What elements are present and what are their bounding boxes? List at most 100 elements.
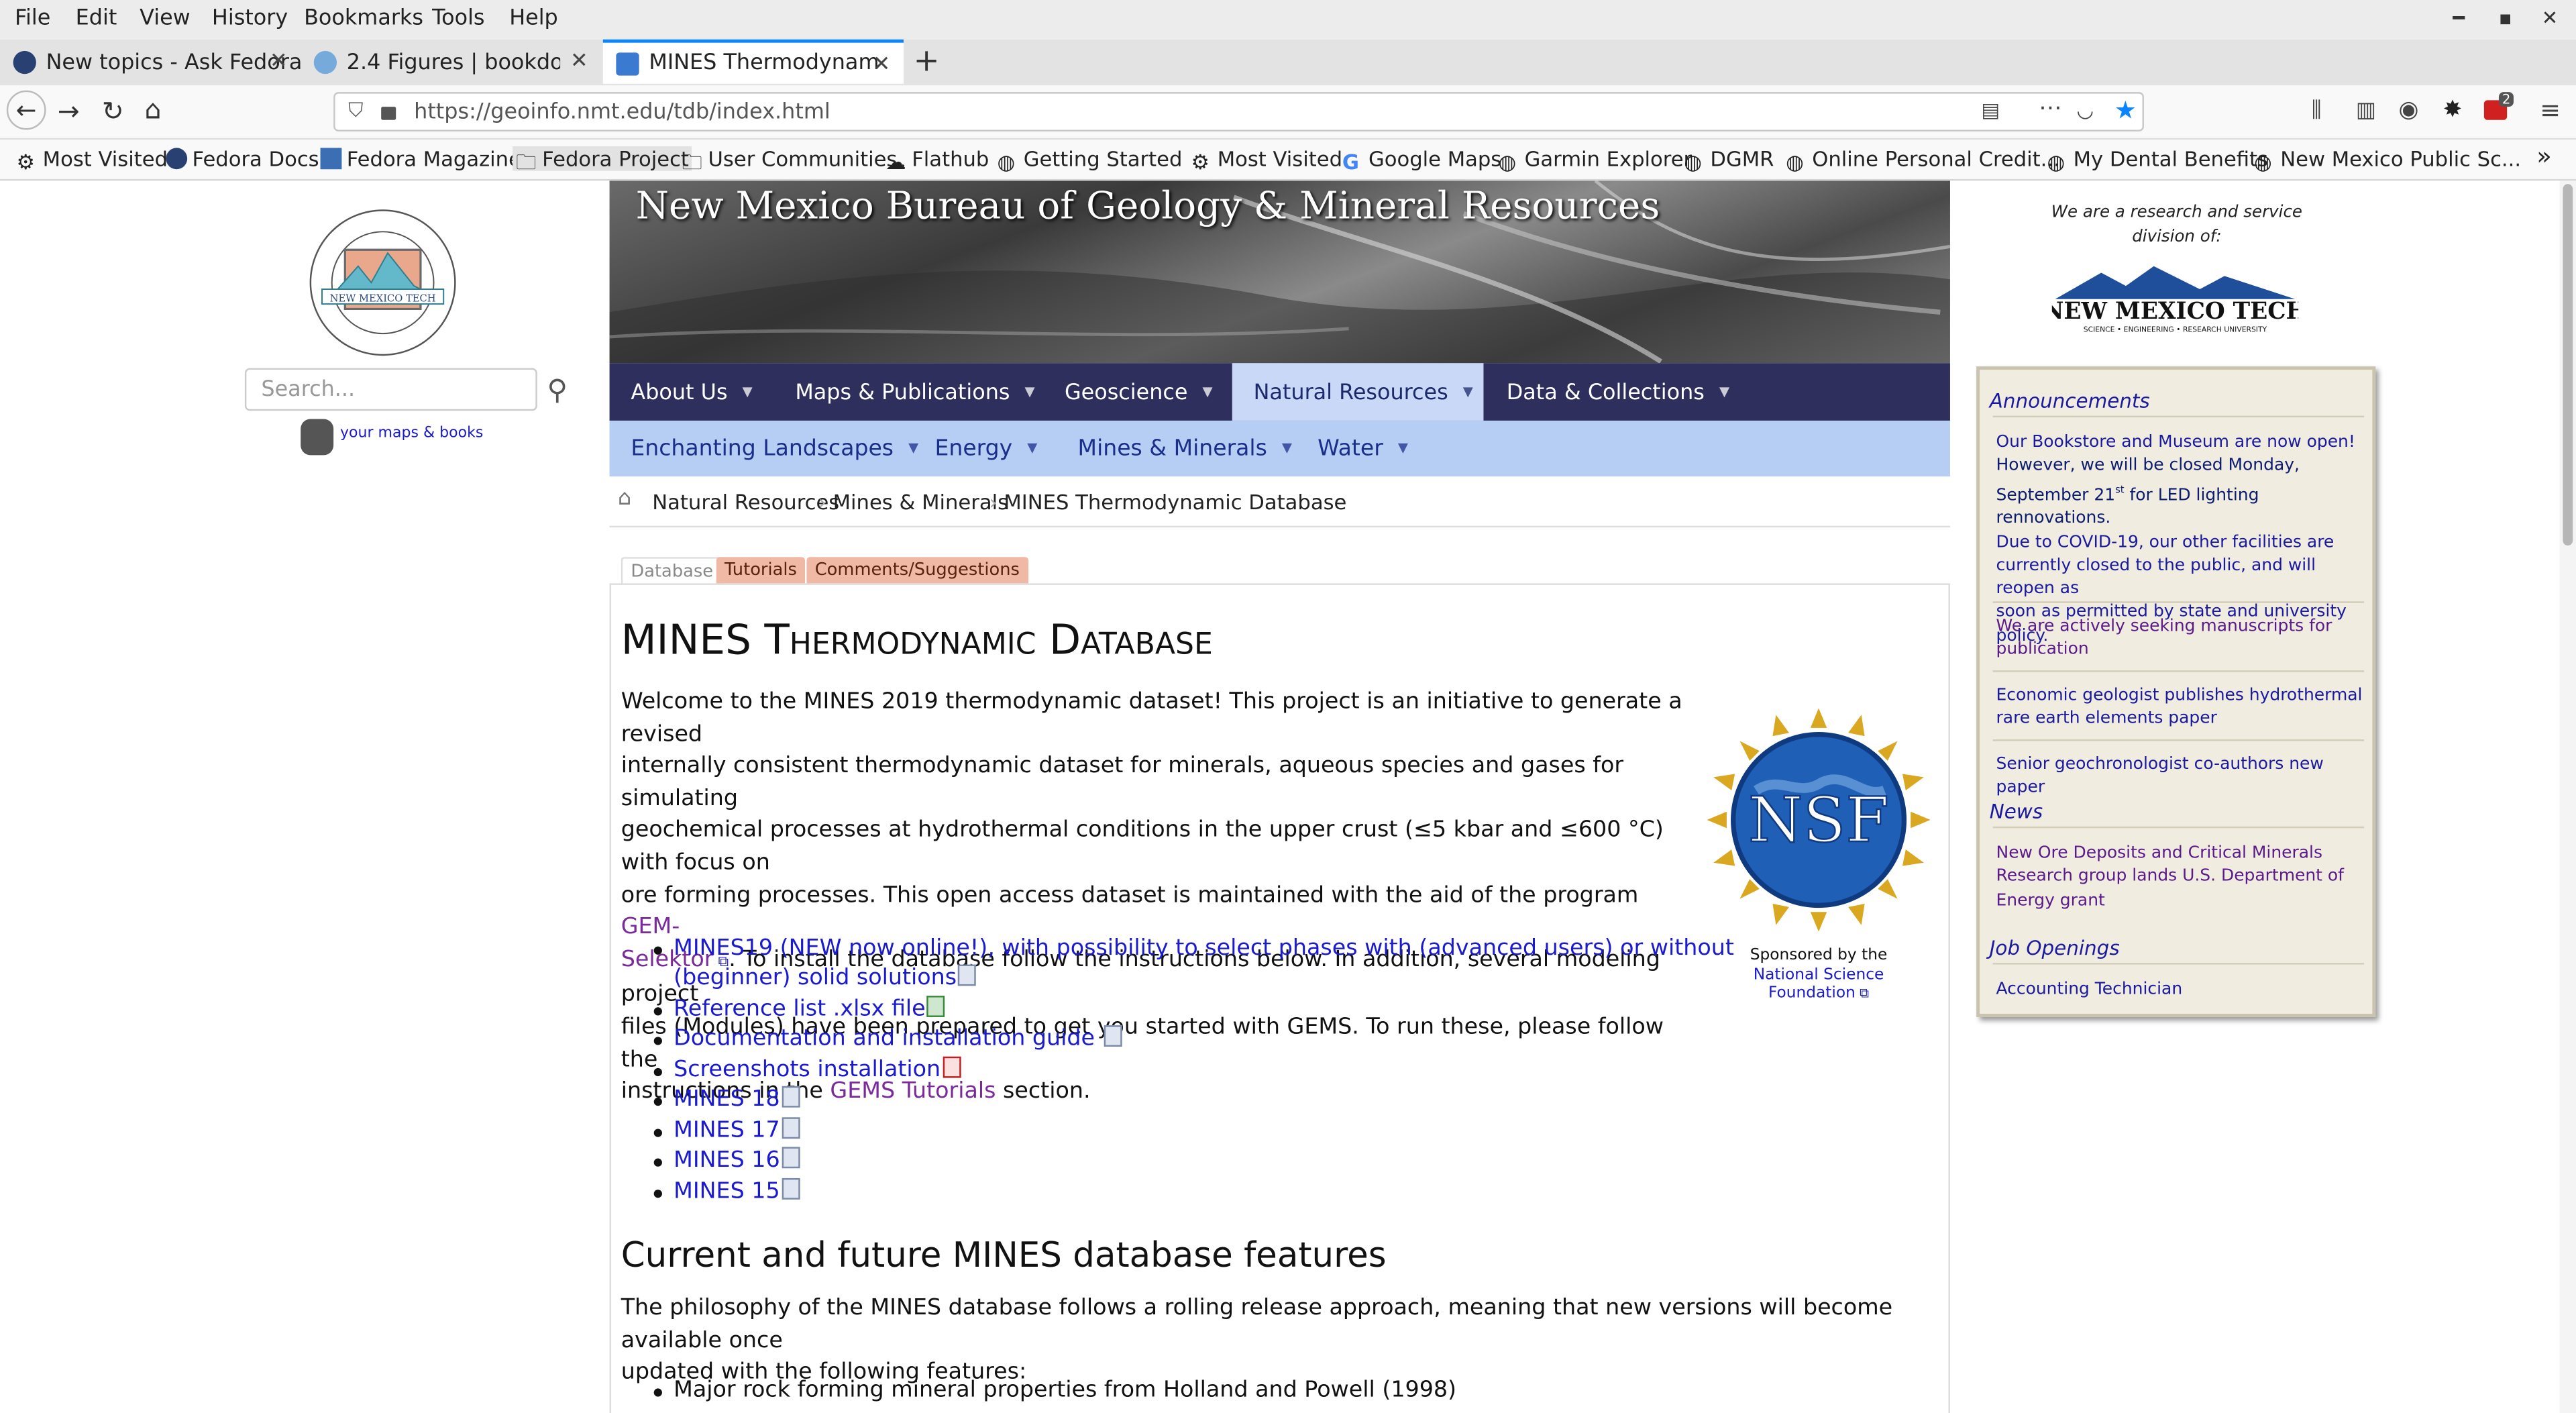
- mines19-link[interactable]: (beginner) solid solutions: [674, 964, 977, 991]
- close-window-icon[interactable]: ✕: [2542, 7, 2559, 30]
- bookmark-google-maps[interactable]: G Google Maps: [1342, 146, 1501, 174]
- scrollbar-thumb[interactable]: [2563, 184, 2573, 546]
- tab-tutorials[interactable]: Tutorials: [716, 557, 806, 584]
- forward-icon[interactable]: →: [58, 95, 80, 127]
- bookmark-most-visited-2[interactable]: ⚙ Most Visited: [1191, 146, 1343, 174]
- bookmark-getting-started[interactable]: ◍ Getting Started: [998, 146, 1183, 174]
- home-icon[interactable]: ⌂: [618, 486, 631, 511]
- tab-ask-fedora[interactable]: New topics - Ask Fedora ✕: [0, 40, 301, 86]
- bookmark-dgmr[interactable]: ◍ DGMR: [1684, 146, 1774, 174]
- new-tab-button[interactable]: +: [914, 43, 940, 79]
- search-icon[interactable]: ⚲: [547, 374, 568, 407]
- features-paragraph: The philosophy of the MINES database fol…: [621, 1294, 1893, 1385]
- library-icon[interactable]: ⫼: [2312, 99, 2322, 123]
- nmt-logo[interactable]: NEW MEXICO TECH SCIENCE • ENGINEERING • …: [2043, 263, 2308, 335]
- subnav-water[interactable]: Water ▼: [1318, 421, 1408, 476]
- reader-icon[interactable]: ▤: [1981, 99, 2000, 121]
- tab-bookdown[interactable]: 2.4 Figures | bookdown: A ✕: [301, 40, 601, 86]
- minimize-icon[interactable]: ━: [2453, 7, 2465, 30]
- nav-geoscience[interactable]: Geoscience ▼: [1043, 363, 1234, 421]
- mines19-link[interactable]: MINES19 (NEW now online!), with possibil…: [674, 935, 1734, 961]
- nav-data-collections[interactable]: Data & Collections ▼: [1485, 363, 1751, 421]
- menu-edit[interactable]: Edit: [76, 7, 117, 32]
- list-bullet: [653, 1037, 662, 1045]
- subnav-mines-minerals[interactable]: Mines & Minerals ▼: [1078, 421, 1292, 476]
- announcement-ree-paper[interactable]: Economic geologist publishes hydrotherma…: [1996, 685, 2366, 732]
- tab-comments-suggestions[interactable]: Comments/Suggestions: [806, 557, 1028, 584]
- back-icon[interactable]: ←: [6, 90, 46, 130]
- your-maps-link[interactable]: your maps & books: [340, 425, 483, 441]
- menu-bookmarks[interactable]: Bookmarks: [304, 7, 423, 32]
- reference-list-link[interactable]: Reference list .xlsx file: [674, 996, 946, 1022]
- address-bar[interactable]: ⛉ https://geoinfo.nmt.edu/tdb/index.html…: [333, 92, 2144, 132]
- breadcrumb-mines-minerals[interactable]: Mines & Minerals: [833, 490, 1008, 515]
- url-text[interactable]: https://geoinfo.nmt.edu/tdb/index.html: [414, 100, 830, 125]
- menu-history[interactable]: History: [212, 7, 288, 32]
- lock-icon[interactable]: [381, 107, 396, 120]
- subnav-enchanting-landscapes[interactable]: Enchanting Landscapes ▼: [631, 421, 918, 476]
- feature-item: Major rock forming mineral properties fr…: [674, 1377, 1457, 1404]
- reload-icon[interactable]: ↻: [102, 95, 124, 127]
- announcements-heading: Announcements: [1989, 389, 2150, 413]
- bookmark-garmin-explorer[interactable]: ◍ Garmin Explorer: [1498, 146, 1692, 174]
- file-icon: [782, 1117, 800, 1139]
- bookmark-most-visited[interactable]: ⚙ Most Visited: [16, 146, 168, 174]
- more-icon[interactable]: ⋯: [2039, 95, 2061, 121]
- tab-close-icon[interactable]: ✕: [270, 49, 288, 74]
- menu-help[interactable]: Help: [509, 7, 558, 32]
- gear-icon: ⚙: [1191, 149, 1210, 174]
- breadcrumb-natural-resources[interactable]: Natural Resources: [652, 490, 839, 515]
- nsf-logo[interactable]: NSF: [1707, 708, 1931, 932]
- mines16-link[interactable]: MINES 16: [674, 1147, 800, 1173]
- job-accounting-technician[interactable]: Accounting Technician: [1996, 980, 2366, 1003]
- nav-natural-resources[interactable]: Natural Resources ▼: [1232, 363, 1484, 421]
- bookmark-star-icon[interactable]: ★: [2114, 95, 2137, 125]
- sidebar-icon[interactable]: ▥: [2356, 99, 2376, 123]
- announcement-geochronologist[interactable]: Senior geochronologist co-authors new pa…: [1996, 754, 2366, 801]
- gem-selektor-link[interactable]: GEM-: [621, 914, 680, 940]
- pocket-icon[interactable]: ◡: [2077, 99, 2094, 121]
- bookmark-online-personal-credit[interactable]: ◍ Online Personal Credit...: [1786, 146, 2060, 174]
- tab-close-icon[interactable]: ✕: [570, 49, 588, 74]
- subnav-energy[interactable]: Energy ▼: [934, 421, 1037, 476]
- menu-view[interactable]: View: [140, 7, 191, 32]
- site-search-input[interactable]: Search...: [244, 368, 537, 411]
- news-ore-deposits[interactable]: New Ore Deposits and Critical Minerals R…: [1996, 843, 2366, 913]
- bookmark-user-communities[interactable]: 🗀 User Communities: [682, 146, 897, 174]
- caret-down-icon: ▼: [1281, 440, 1292, 456]
- caret-down-icon: ▼: [742, 384, 753, 400]
- bookmark-fedora-docs[interactable]: Fedora Docs: [166, 146, 319, 171]
- bookmark-fedora-project[interactable]: 🗀 Fedora Project: [513, 146, 692, 174]
- menu-tools[interactable]: Tools: [432, 7, 484, 32]
- nsf-link[interactable]: Foundation ⧉: [1720, 984, 1917, 1003]
- mines17-link[interactable]: MINES 17: [674, 1117, 800, 1144]
- extension-icon[interactable]: ✸: [2443, 97, 2463, 123]
- addon-badge: 2: [2498, 92, 2514, 107]
- tab-mines[interactable]: MINES Thermodynamic D ✕: [602, 39, 904, 84]
- tab-database[interactable]: Database: [621, 557, 723, 585]
- maximize-icon[interactable]: ▪: [2499, 7, 2512, 30]
- announcement-manuscripts[interactable]: We are actively seeking manuscripts for …: [1996, 616, 2366, 663]
- nav-maps-publications[interactable]: Maps & Publications ▼: [773, 363, 1056, 421]
- mines18-link[interactable]: MINES 18: [674, 1086, 800, 1112]
- menu-file[interactable]: File: [15, 7, 50, 32]
- mines15-link[interactable]: MINES 15: [674, 1178, 800, 1204]
- bookmark-fedora-magazine[interactable]: Fedora Magazine: [320, 146, 521, 171]
- tab-close-icon[interactable]: ✕: [873, 52, 891, 77]
- nav-about-us[interactable]: About Us ▼: [610, 363, 774, 421]
- nsf-link[interactable]: National Science: [1720, 965, 1917, 984]
- bookmark-flathub[interactable]: ☁ Flathub: [885, 146, 989, 174]
- bookmarks-overflow-icon[interactable]: »: [2536, 142, 2552, 171]
- screenshots-link[interactable]: Screenshots installation: [674, 1056, 961, 1083]
- bookmark-new-mexico-public[interactable]: ◍ New Mexico Public Sc...: [2254, 146, 2521, 174]
- home-icon[interactable]: ⌂: [145, 94, 162, 125]
- documentation-link[interactable]: Documentation and installation guide: [674, 1025, 1122, 1051]
- account-icon[interactable]: ◉: [2399, 97, 2419, 123]
- page-scrollbar[interactable]: [2559, 180, 2576, 1413]
- menu-icon[interactable]: ≡: [2540, 95, 2561, 125]
- shield-icon[interactable]: ⛉: [348, 99, 363, 123]
- bookdown-favicon-icon: [313, 50, 337, 74]
- site-title[interactable]: New Mexico Bureau of Geology & Mineral R…: [636, 186, 1660, 229]
- bookmark-my-dental-benefits[interactable]: ◍ My Dental Benefits: [2047, 146, 2268, 174]
- bureau-logo[interactable]: NEW MEXICO TECH: [273, 201, 493, 356]
